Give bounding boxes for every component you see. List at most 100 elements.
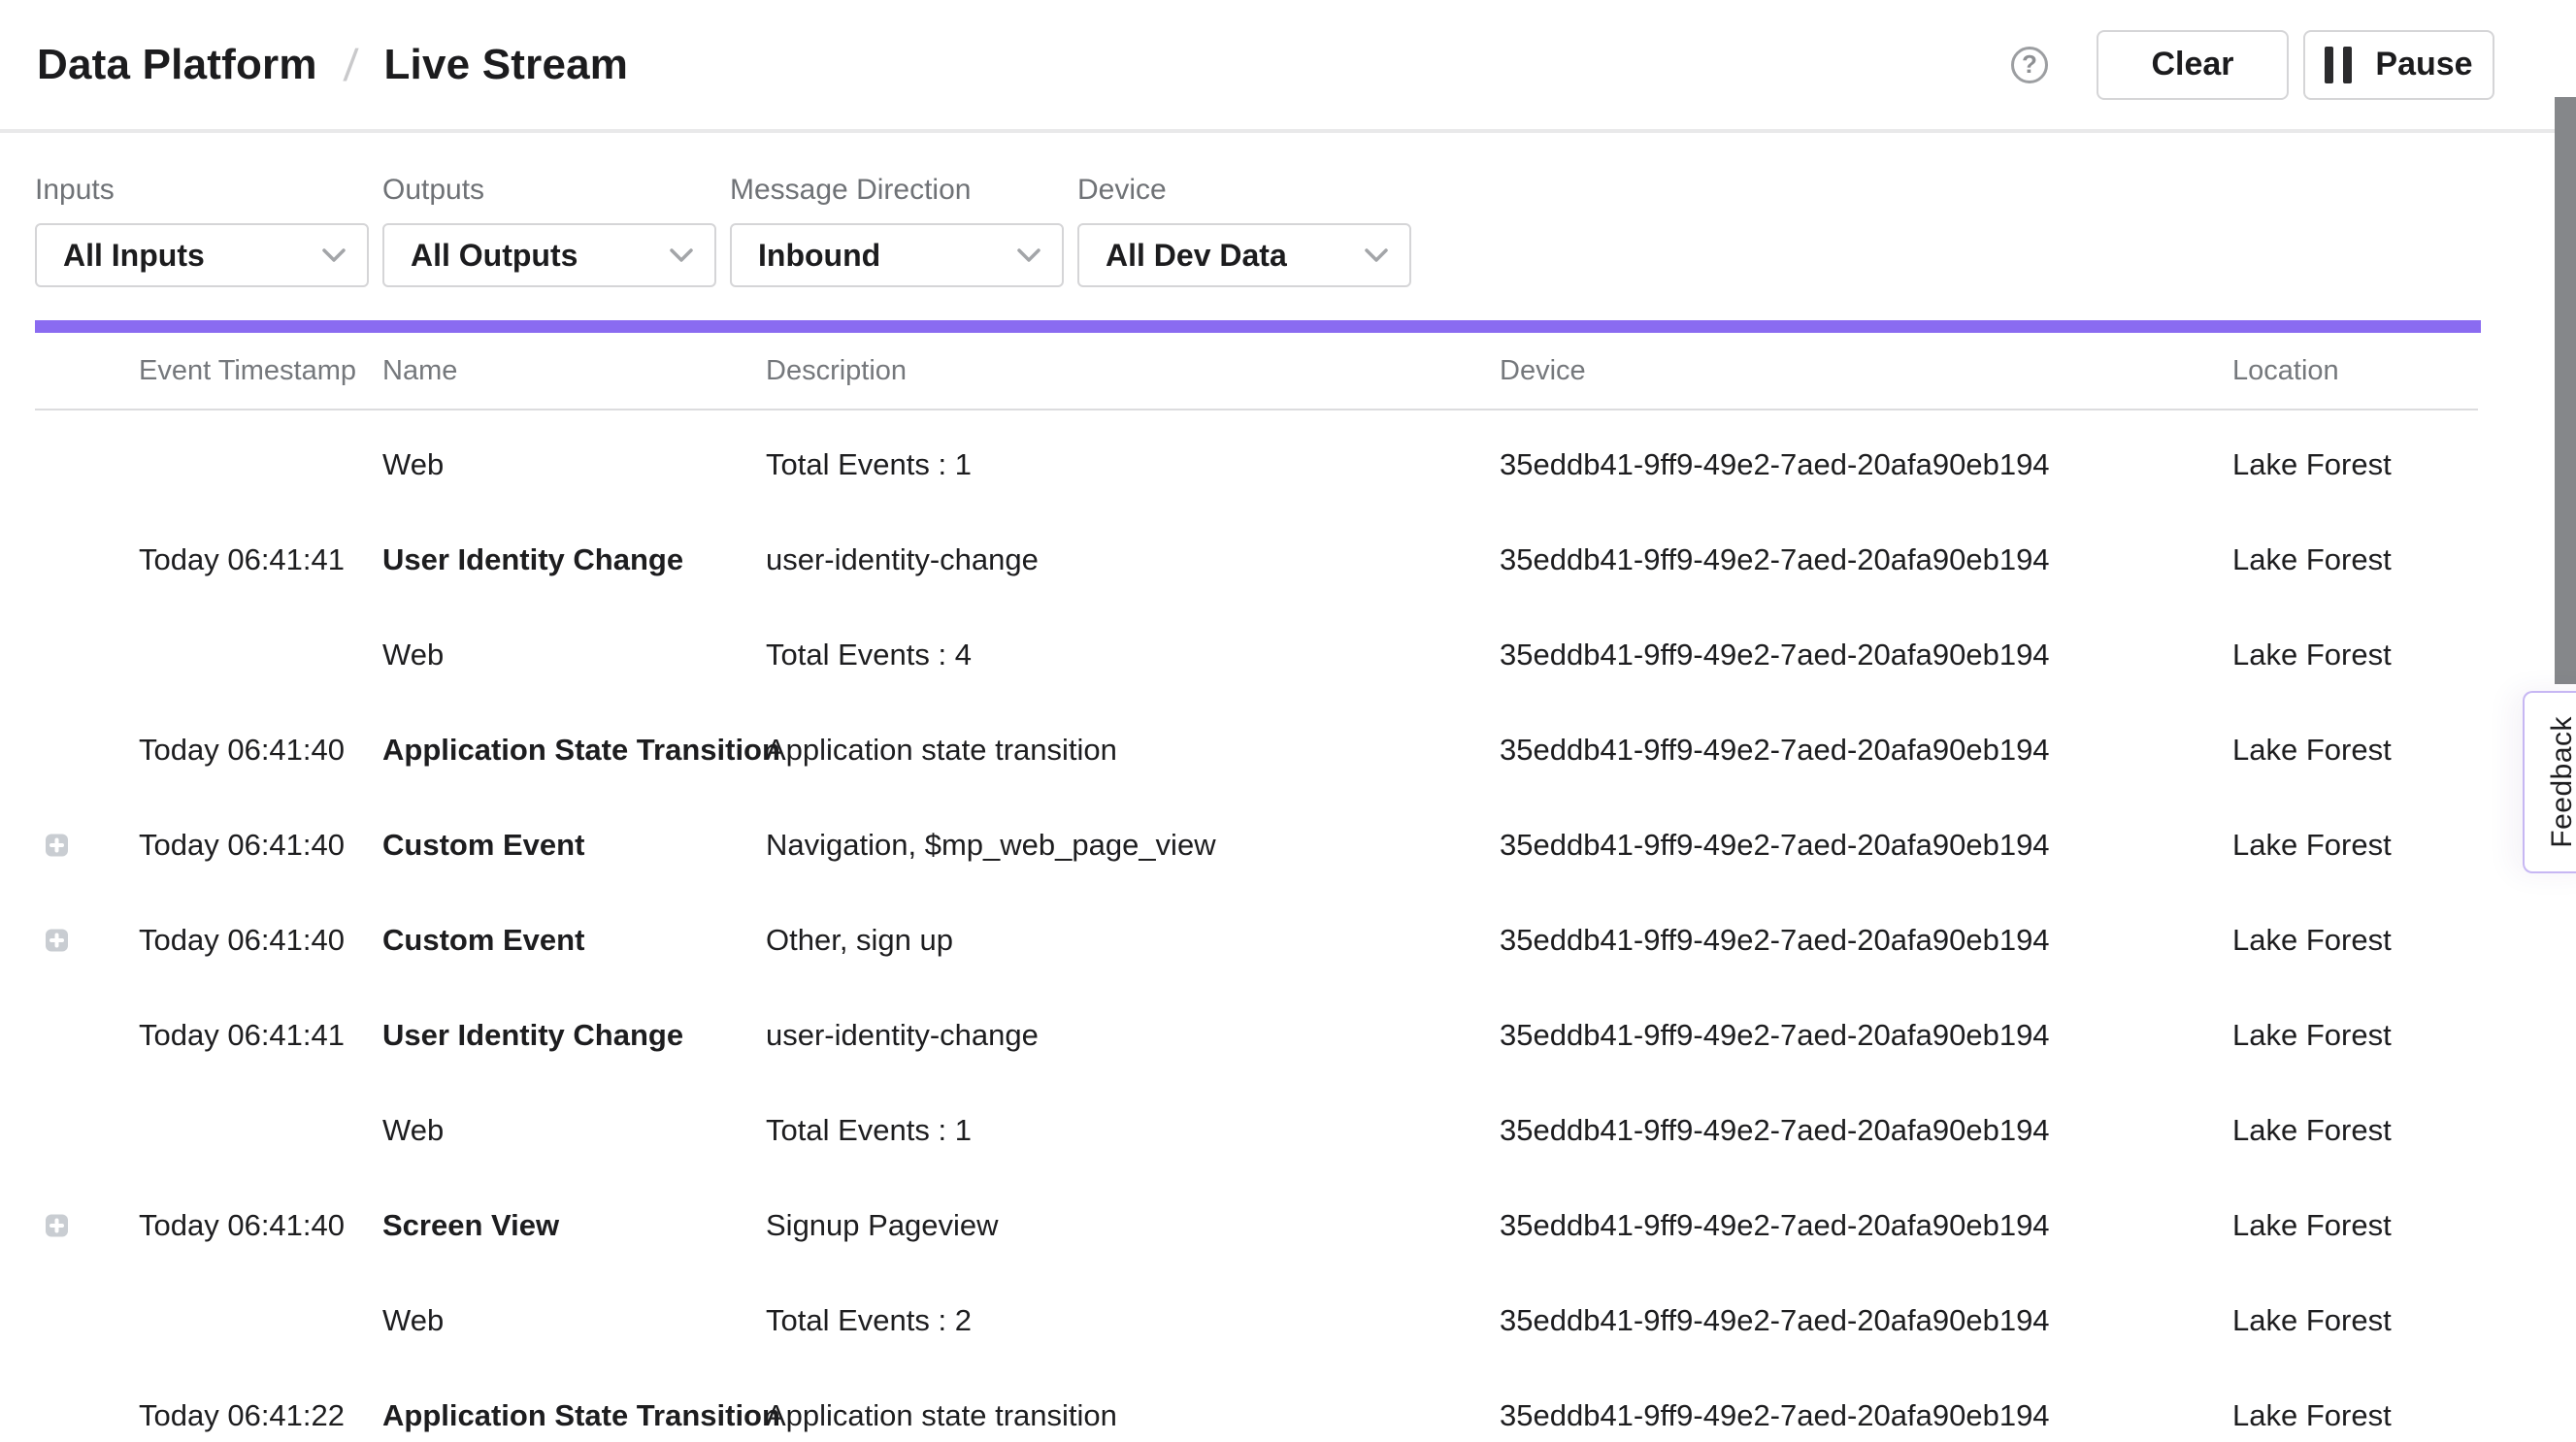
- cell-location: Lake Forest: [2232, 733, 2392, 768]
- page-header: Data Platform / Live Stream ? Clear Paus…: [0, 0, 2576, 133]
- cell-name: Web: [382, 1303, 444, 1338]
- live-stream-page: Data Platform / Live Stream ? Clear Paus…: [0, 0, 2576, 1442]
- cell-location: Lake Forest: [2232, 1398, 2392, 1433]
- cell-timestamp: Today 06:41:40: [139, 1208, 345, 1243]
- cell-device: 35eddb41-9ff9-49e2-7aed-20afa90eb194: [1500, 828, 2050, 863]
- table-row[interactable]: Today 06:41:41 User Identity Change user…: [0, 988, 2478, 1083]
- filter-outputs-value: All Outputs: [411, 238, 578, 274]
- cell-location: Lake Forest: [2232, 1303, 2392, 1338]
- cell-device: 35eddb41-9ff9-49e2-7aed-20afa90eb194: [1500, 923, 2050, 958]
- cell-description: Total Events : 2: [766, 1303, 972, 1338]
- table-body: Web Total Events : 1 35eddb41-9ff9-49e2-…: [0, 417, 2478, 1442]
- cell-name: Custom Event: [382, 923, 584, 958]
- cell-description: Total Events : 1: [766, 447, 972, 482]
- filter-device: Device All Dev Data: [1077, 174, 1411, 287]
- cell-name: Screen View: [382, 1208, 559, 1243]
- cell-timestamp: Today 06:41:41: [139, 542, 345, 577]
- cell-description: Total Events : 1: [766, 1113, 972, 1148]
- cell-device: 35eddb41-9ff9-49e2-7aed-20afa90eb194: [1500, 1398, 2050, 1433]
- cell-device: 35eddb41-9ff9-49e2-7aed-20afa90eb194: [1500, 542, 2050, 577]
- table-row[interactable]: Web Total Events : 1 35eddb41-9ff9-49e2-…: [0, 417, 2478, 512]
- cell-name: Web: [382, 1113, 444, 1148]
- cell-timestamp: Today 06:41:22: [139, 1398, 345, 1433]
- expand-row-icon[interactable]: [46, 930, 68, 952]
- filter-outputs: Outputs All Outputs: [382, 174, 716, 287]
- cell-description: user-identity-change: [766, 1018, 1039, 1053]
- table-row[interactable]: Today 06:41:41 User Identity Change user…: [0, 512, 2478, 607]
- cell-location: Lake Forest: [2232, 828, 2392, 863]
- cell-device: 35eddb41-9ff9-49e2-7aed-20afa90eb194: [1500, 1208, 2050, 1243]
- table-row[interactable]: Web Total Events : 1 35eddb41-9ff9-49e2-…: [0, 1083, 2478, 1178]
- chevron-down-icon: [1017, 248, 1040, 263]
- column-header-description: Description: [766, 355, 907, 387]
- table-row[interactable]: Today 06:41:40 Custom Event Navigation, …: [0, 798, 2478, 893]
- filter-message-direction: Message Direction Inbound: [730, 174, 1064, 287]
- cell-location: Lake Forest: [2232, 1113, 2392, 1148]
- cell-name: Custom Event: [382, 828, 584, 863]
- breadcrumb-item-data-platform[interactable]: Data Platform: [37, 41, 317, 89]
- chevron-down-icon: [1365, 248, 1388, 263]
- cell-location: Lake Forest: [2232, 1018, 2392, 1053]
- column-header-event-timestamp: Event Timestamp: [139, 355, 356, 387]
- filter-inputs-select[interactable]: All Inputs: [35, 223, 369, 287]
- cell-name: Web: [382, 447, 444, 482]
- filter-device-label: Device: [1077, 174, 1411, 207]
- header-actions: ? Clear Pause: [2011, 30, 2494, 100]
- filter-message-direction-value: Inbound: [758, 238, 880, 274]
- pause-icon: [2325, 47, 2352, 83]
- feedback-tab[interactable]: Feedback: [2523, 691, 2576, 873]
- filter-inputs: Inputs All Inputs: [35, 174, 369, 287]
- filter-device-select[interactable]: All Dev Data: [1077, 223, 1411, 287]
- cell-description: Other, sign up: [766, 923, 953, 958]
- cell-location: Lake Forest: [2232, 447, 2392, 482]
- table-header: Event Timestamp Name Description Device …: [35, 333, 2478, 410]
- expand-row-icon[interactable]: [46, 1215, 68, 1237]
- pause-button[interactable]: Pause: [2303, 30, 2494, 100]
- cell-timestamp: Today 06:41:41: [139, 1018, 345, 1053]
- chevron-down-icon: [322, 248, 346, 263]
- cell-description: Navigation, $mp_web_page_view: [766, 828, 1216, 863]
- cell-description: Application state transition: [766, 733, 1117, 768]
- column-header-location: Location: [2232, 355, 2339, 387]
- feedback-tab-label: Feedback: [2546, 716, 2576, 848]
- cell-description: Application state transition: [766, 1398, 1117, 1433]
- table-row[interactable]: Today 06:41:22 Application State Transit…: [0, 1368, 2478, 1442]
- cell-device: 35eddb41-9ff9-49e2-7aed-20afa90eb194: [1500, 1018, 2050, 1053]
- cell-name: User Identity Change: [382, 1018, 683, 1053]
- help-icon[interactable]: ?: [2011, 47, 2048, 83]
- cell-name: Application State Transition: [382, 733, 780, 768]
- cell-device: 35eddb41-9ff9-49e2-7aed-20afa90eb194: [1500, 447, 2050, 482]
- clear-button[interactable]: Clear: [2097, 30, 2289, 100]
- filter-message-direction-label: Message Direction: [730, 174, 1064, 207]
- breadcrumb-separator: /: [342, 39, 359, 91]
- cell-description: user-identity-change: [766, 542, 1039, 577]
- pause-button-label: Pause: [2375, 46, 2472, 83]
- table-row[interactable]: Web Total Events : 2 35eddb41-9ff9-49e2-…: [0, 1273, 2478, 1368]
- cell-device: 35eddb41-9ff9-49e2-7aed-20afa90eb194: [1500, 1303, 2050, 1338]
- table-row[interactable]: Web Total Events : 4 35eddb41-9ff9-49e2-…: [0, 607, 2478, 703]
- table-row[interactable]: Today 06:41:40 Application State Transit…: [0, 703, 2478, 798]
- filter-device-value: All Dev Data: [1106, 238, 1287, 274]
- cell-device: 35eddb41-9ff9-49e2-7aed-20afa90eb194: [1500, 1113, 2050, 1148]
- cell-name: User Identity Change: [382, 542, 683, 577]
- cell-location: Lake Forest: [2232, 638, 2392, 672]
- expand-row-icon[interactable]: [46, 835, 68, 857]
- cell-name: Application State Transition: [382, 1398, 780, 1433]
- column-header-name: Name: [382, 355, 457, 387]
- table-row[interactable]: Today 06:41:40 Screen View Signup Pagevi…: [0, 1178, 2478, 1273]
- accent-divider: [35, 320, 2481, 333]
- filter-message-direction-select[interactable]: Inbound: [730, 223, 1064, 287]
- vertical-scrollbar-thumb[interactable]: [2555, 97, 2576, 684]
- column-header-device: Device: [1500, 355, 1586, 387]
- filter-outputs-select[interactable]: All Outputs: [382, 223, 716, 287]
- cell-location: Lake Forest: [2232, 542, 2392, 577]
- cell-timestamp: Today 06:41:40: [139, 828, 345, 863]
- filter-bar: Inputs All Inputs Outputs All Outputs Me…: [35, 133, 1411, 287]
- filter-inputs-value: All Inputs: [63, 238, 205, 274]
- cell-location: Lake Forest: [2232, 923, 2392, 958]
- cell-description: Total Events : 4: [766, 638, 972, 672]
- table-row[interactable]: Today 06:41:40 Custom Event Other, sign …: [0, 893, 2478, 988]
- cell-device: 35eddb41-9ff9-49e2-7aed-20afa90eb194: [1500, 733, 2050, 768]
- cell-timestamp: Today 06:41:40: [139, 923, 345, 958]
- cell-device: 35eddb41-9ff9-49e2-7aed-20afa90eb194: [1500, 638, 2050, 672]
